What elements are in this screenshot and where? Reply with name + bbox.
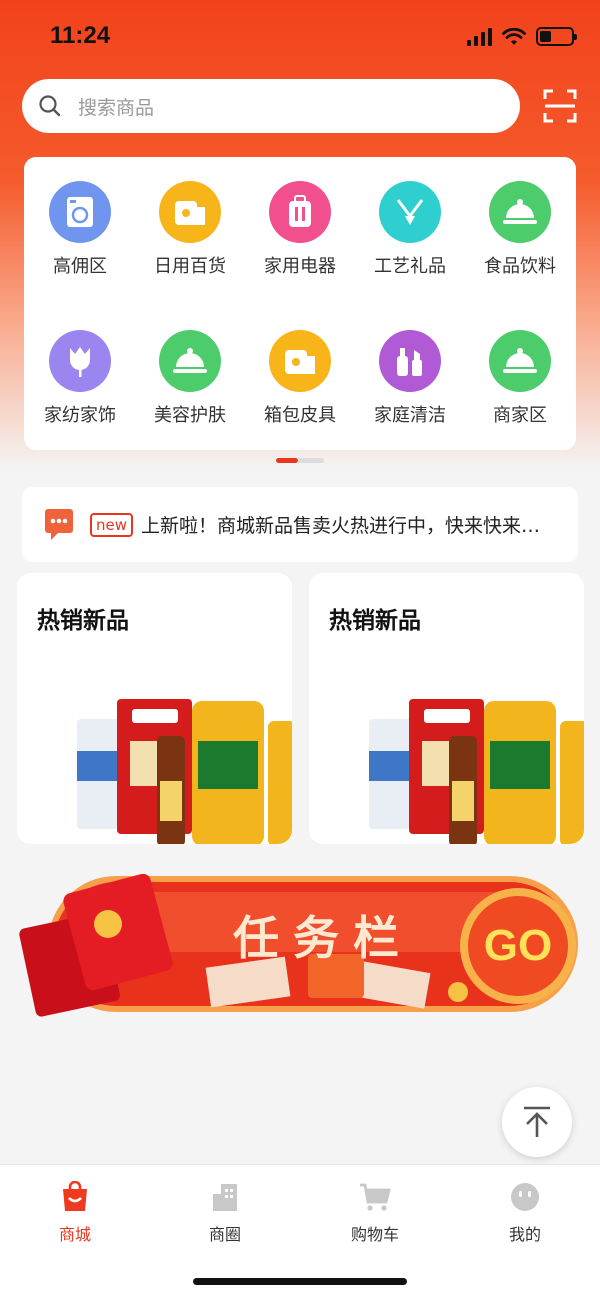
tulip-icon	[49, 330, 111, 392]
page-indicator	[276, 458, 324, 463]
category-item[interactable]: 家用电器	[245, 181, 355, 278]
food-cloche-icon	[159, 330, 221, 392]
building-icon	[213, 1184, 237, 1211]
promo-title: 热销新品	[329, 608, 421, 634]
category-label: 家用电器	[264, 256, 336, 277]
tab-label: 购物车	[350, 1225, 399, 1244]
notice-bar[interactable]: new 上新啦！商城新品售卖火热进行中，快来快来…	[22, 487, 578, 562]
promo-title: 热销新品	[37, 608, 129, 634]
washing-machine-icon	[49, 181, 111, 243]
smiley-icon	[511, 1183, 539, 1211]
category-item[interactable]: 箱包皮具	[245, 330, 355, 427]
message-icon	[45, 508, 73, 540]
search-placeholder: 搜索商品	[78, 96, 155, 119]
food-cloche-icon	[489, 330, 551, 392]
grocery-product-image	[369, 699, 584, 844]
category-item[interactable]: 食品饮料	[465, 181, 575, 278]
search-icon	[39, 95, 61, 117]
tab-label: 商城	[58, 1225, 91, 1244]
search-input[interactable]: 搜索商品	[22, 79, 520, 133]
tab-business-circle[interactable]: 商圈	[165, 1179, 285, 1245]
task-banner[interactable]: 任务栏 GO	[18, 862, 584, 1028]
new-badge: new	[90, 512, 134, 537]
status-bar: 11:24	[0, 0, 600, 76]
status-icons	[467, 27, 577, 46]
home-indicator	[193, 1278, 407, 1285]
category-item[interactable]: 工艺礼品	[355, 181, 465, 278]
shopping-bag-icon	[63, 1181, 87, 1211]
scan-icon[interactable]	[542, 88, 578, 124]
cart-icon	[360, 1183, 391, 1211]
tab-mall[interactable]: 商城	[15, 1179, 135, 1245]
arrow-up-icon	[524, 1106, 550, 1137]
promo-card-left[interactable]: 热销新品	[17, 573, 292, 844]
wifi-icon	[502, 27, 526, 45]
tab-cart[interactable]: 购物车	[315, 1179, 435, 1245]
tissue-roll-icon	[269, 330, 331, 392]
suitcase-icon	[269, 181, 331, 243]
category-grid: 高佣区 日用百货 家用电器 工艺礼品 食品饮料家纺家饰 美容护肤 箱包皮具 家庭清洁 商家区	[24, 157, 576, 450]
category-item[interactable]: 商家区	[465, 330, 575, 427]
category-label: 工艺礼品	[374, 256, 446, 277]
battery-icon	[536, 27, 577, 46]
category-label: 日用百货	[154, 256, 226, 277]
category-label: 食品饮料	[484, 256, 556, 277]
signal-icon	[467, 27, 492, 46]
tab-mine[interactable]: 我的	[465, 1179, 585, 1245]
necklace-icon	[379, 181, 441, 243]
tab-label: 我的	[508, 1225, 541, 1244]
category-item[interactable]: 家庭清洁	[355, 330, 465, 427]
task-banner-label: 任务栏	[233, 911, 413, 965]
food-cloche-icon	[489, 181, 551, 243]
promo-card-right[interactable]: 热销新品	[309, 573, 584, 844]
category-item[interactable]: 日用百货	[135, 181, 245, 278]
category-item[interactable]: 高佣区	[25, 181, 135, 278]
cosmetics-icon	[379, 330, 441, 392]
category-item[interactable]: 美容护肤	[135, 330, 245, 427]
go-button[interactable]: GO	[460, 888, 576, 1004]
category-label: 美容护肤	[154, 405, 226, 426]
tissue-roll-icon	[159, 181, 221, 243]
tab-label: 商圈	[208, 1225, 241, 1244]
category-label: 商家区	[493, 405, 547, 426]
category-label: 箱包皮具	[264, 405, 336, 426]
back-to-top-button[interactable]	[502, 1087, 572, 1157]
category-label: 高佣区	[53, 256, 107, 277]
status-time: 11:24	[50, 22, 111, 49]
category-item[interactable]: 家纺家饰	[25, 330, 135, 427]
category-label: 家庭清洁	[374, 405, 446, 426]
notice-text: 上新啦！商城新品售卖火热进行中，快来快来…	[141, 515, 541, 537]
grocery-product-image	[77, 699, 292, 844]
category-label: 家纺家饰	[44, 405, 116, 426]
